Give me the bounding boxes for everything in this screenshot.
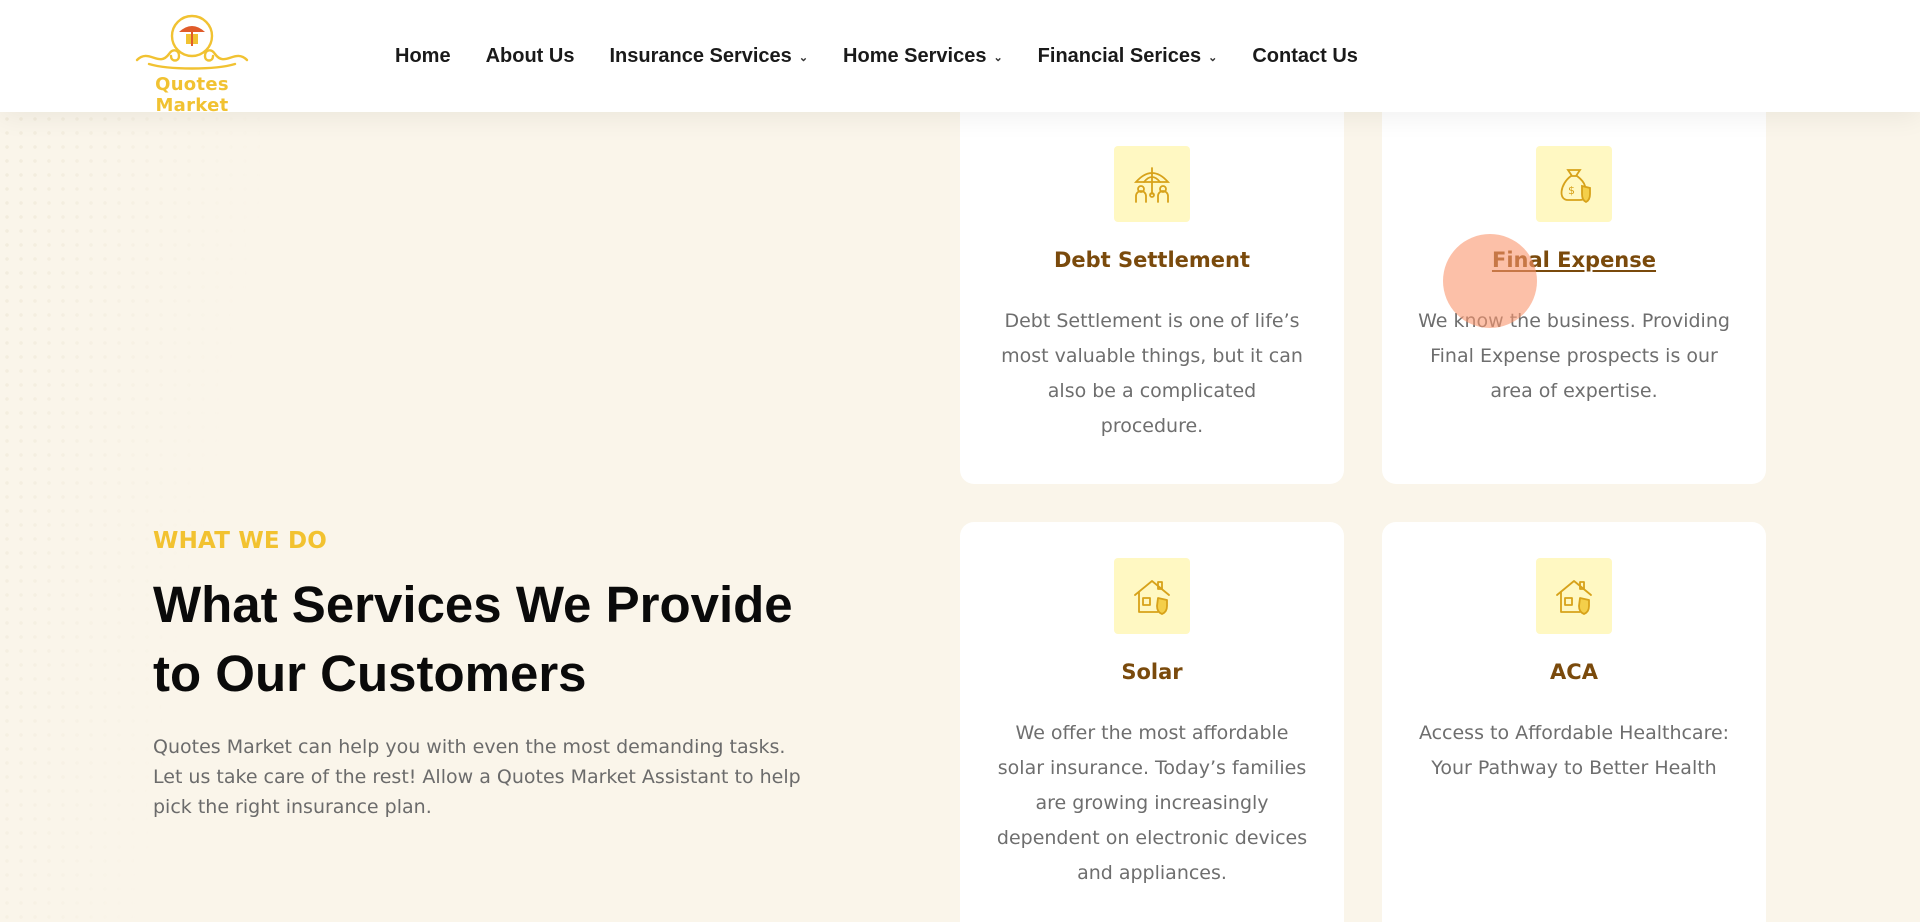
section-heading: What Services We Provide to Our Customer… [153, 576, 793, 702]
section-intro: Quotes Market can help you with even the… [153, 736, 801, 818]
card-description: Access to Affordable Healthcare: Your Pa… [1418, 722, 1730, 779]
chevron-down-icon: ⌄ [1208, 51, 1218, 64]
card-title[interactable]: Debt Settlement [960, 248, 1344, 272]
nav-home-services[interactable]: Home Services ⌄ [843, 45, 1003, 68]
logo-mark-icon [135, 14, 249, 70]
section-eyebrow: WHAT WE DO [153, 528, 328, 554]
money-bag-shield-icon: $ [1536, 146, 1612, 222]
nav-about-us-label: About Us [485, 44, 575, 67]
card-title[interactable]: Solar [960, 660, 1344, 684]
svg-text:$: $ [1568, 184, 1575, 197]
umbrella-family-icon [1114, 146, 1190, 222]
chevron-down-icon: ⌄ [993, 51, 1003, 64]
nav-home-label: Home [395, 44, 451, 67]
nav-financial-services[interactable]: Financial Serices ⌄ [1038, 45, 1218, 68]
logo[interactable]: Quotes Market [117, 12, 267, 116]
card-title[interactable]: ACA [1382, 660, 1766, 684]
card-description: Debt Settlement is one of life’s most va… [1001, 310, 1303, 437]
main-nav: Home About Us Insurance Services ⌄ Home … [395, 0, 1393, 112]
service-card-debt-settlement[interactable]: Debt Settlement Debt Settlement is one o… [960, 110, 1344, 484]
service-card-final-expense[interactable]: $ Final Expense We know the business. Pr… [1382, 110, 1766, 484]
chevron-down-icon: ⌄ [798, 51, 809, 64]
house-shield-icon [1114, 558, 1190, 634]
service-card-aca[interactable]: ACA Access to Affordable Healthcare: You… [1382, 522, 1766, 922]
card-title-link[interactable]: Final Expense [1382, 248, 1766, 272]
nav-home[interactable]: Home [395, 45, 451, 68]
service-card-solar[interactable]: Solar We offer the most affordable solar… [960, 522, 1344, 922]
card-description: We know the business. Providing Final Ex… [1418, 310, 1730, 402]
house-shield-icon [1536, 558, 1612, 634]
site-header: Quotes Market Home About Us Insurance Se… [0, 0, 1920, 116]
card-description: We offer the most affordable solar insur… [996, 722, 1308, 884]
nav-about-us[interactable]: About Us [486, 45, 575, 68]
nav-contact-us-label: Contact Us [1252, 44, 1358, 67]
nav-contact-us[interactable]: Contact Us [1252, 45, 1358, 68]
nav-home-services-label: Home Services [843, 44, 987, 67]
logo-text: Quotes Market [155, 74, 229, 116]
nav-insurance-services[interactable]: Insurance Services ⌄ [609, 45, 808, 68]
nav-insurance-services-label: Insurance Services [609, 44, 792, 67]
nav-financial-services-label: Financial Serices [1037, 44, 1202, 67]
